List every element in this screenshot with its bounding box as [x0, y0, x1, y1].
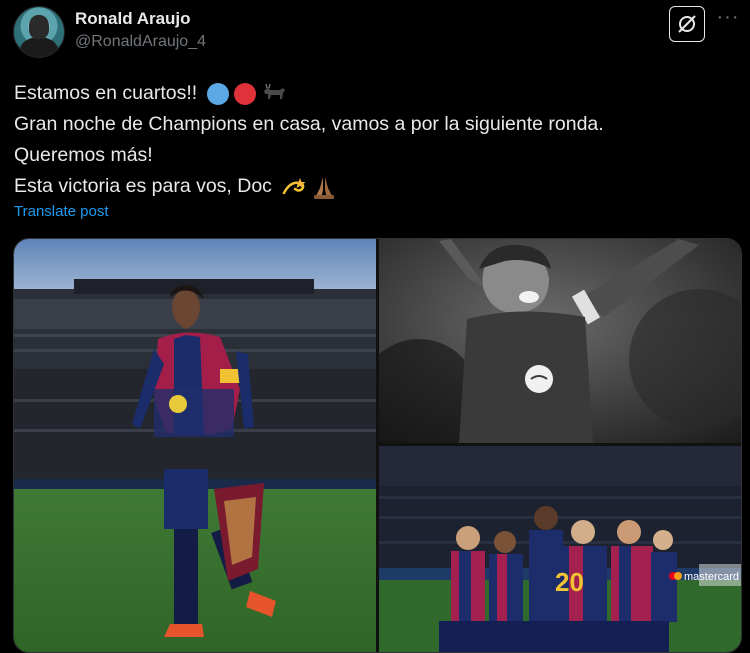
more-options-button[interactable]: ···	[713, 7, 743, 32]
photo-player-walking[interactable]	[14, 239, 376, 652]
folded-hands-icon	[313, 176, 334, 199]
media-grid: 20 mastercard	[13, 238, 742, 653]
author-name[interactable]: Ronald Araujo	[75, 9, 191, 29]
post-line-3: Queremos más!	[14, 144, 153, 166]
grok-icon	[678, 15, 696, 33]
grok-button[interactable]	[669, 6, 705, 42]
photo-player-celebrating[interactable]	[379, 239, 741, 443]
author-handle[interactable]: @RonaldAraujo_4	[75, 33, 206, 51]
avatar-figure-head	[29, 15, 49, 39]
more-icon: ···	[716, 6, 740, 28]
player-walking-photo-icon	[14, 239, 376, 652]
shirt-number-text: 20	[555, 567, 584, 597]
sponsor-board-text: mastercard	[684, 571, 739, 583]
red-circle-icon	[234, 82, 257, 105]
avatar[interactable]	[13, 6, 65, 58]
post-line-1-text: Estamos en cuartos!!	[14, 82, 198, 104]
post-text: Estamos en cuartos!! Gran noche de Champ…	[14, 78, 736, 202]
goat-icon	[264, 83, 286, 99]
post-line-1: Estamos en cuartos!!	[14, 78, 736, 109]
team-huddle-photo-icon: 20 mastercard	[379, 446, 741, 652]
dizzy-icon	[282, 177, 306, 194]
post-line-2: Gran noche de Champions en casa, vamos a…	[14, 113, 604, 135]
post-line-4: Esta victoria es para vos, Doc	[14, 171, 736, 202]
translate-post-link[interactable]: Translate post	[14, 203, 109, 220]
post-header: Ronald Araujo @RonaldAraujo_4 ···	[13, 6, 738, 58]
post-line-4-text: Esta victoria es para vos, Doc	[14, 175, 272, 197]
photo-team-huddle[interactable]: 20 mastercard	[379, 446, 741, 652]
blue-circle-icon	[207, 82, 230, 105]
player-celebrating-bw-photo-icon	[379, 239, 741, 443]
avatar-figure-body	[20, 37, 58, 57]
